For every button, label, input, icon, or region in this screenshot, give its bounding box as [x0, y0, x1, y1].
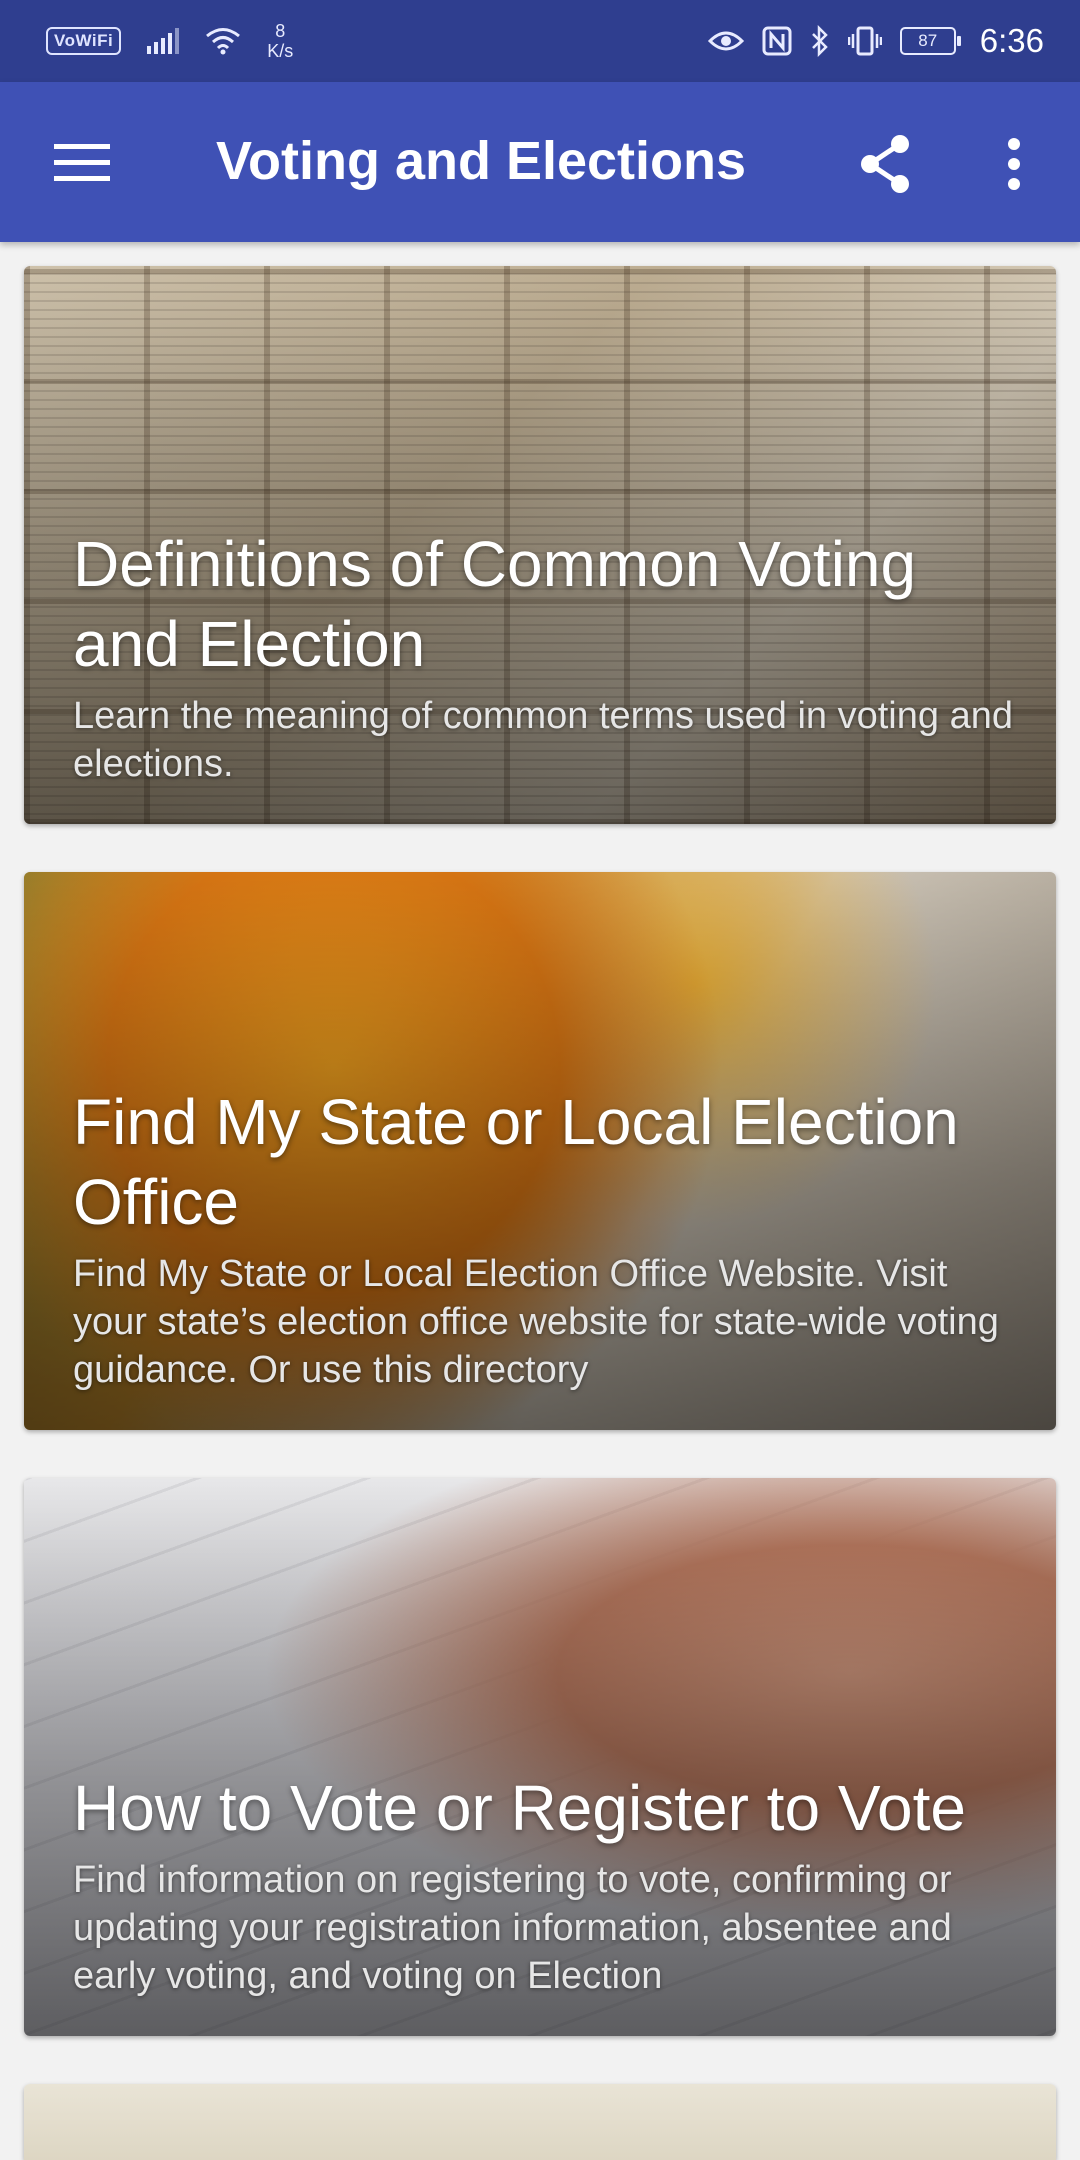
share-icon[interactable] — [858, 134, 914, 194]
card-how-to-vote[interactable]: How to Vote or Register to Vote Find inf… — [24, 1478, 1056, 2036]
card-title: Definitions of Common Voting and Electio… — [73, 528, 917, 680]
hamburger-menu-icon[interactable] — [52, 140, 112, 184]
status-bar: VoWiFi 8 K/s 87 6:36 — [0, 0, 1080, 82]
card-title: How to Vote or Register to Vote — [73, 1772, 966, 1844]
card-description: Find My State or Local Election Office W… — [73, 1253, 999, 1391]
vowifi-badge: VoWiFi — [46, 27, 122, 55]
battery-icon: 87 — [899, 27, 961, 55]
more-vert-icon[interactable] — [996, 134, 1032, 194]
signal-icon — [147, 28, 180, 54]
wifi-icon — [206, 28, 241, 55]
card-partial[interactable] — [24, 2084, 1056, 2160]
card-description: Learn the meaning of common terms used i… — [73, 695, 1013, 785]
status-bar-left: VoWiFi 8 K/s — [46, 0, 293, 82]
net-speed-value: 8 — [275, 21, 286, 41]
card-text: Find My State or Local Election Office F… — [73, 1082, 1016, 1394]
card-find-election-office[interactable]: Find My State or Local Election Office F… — [24, 872, 1056, 1430]
status-bar-right: 87 6:36 — [707, 0, 1044, 82]
nfc-icon — [762, 26, 792, 56]
app-bar: Voting and Elections — [0, 82, 1080, 242]
card-text: Definitions of Common Voting and Electio… — [73, 524, 1016, 788]
app-title: Voting and Elections — [216, 131, 747, 191]
vibrate-icon — [847, 26, 882, 56]
eye-icon — [707, 31, 744, 51]
net-speed-unit: K/s — [267, 41, 294, 61]
net-speed: 8 K/s — [267, 21, 293, 61]
battery-level: 87 — [918, 31, 938, 50]
card-text: How to Vote or Register to Vote Find inf… — [73, 1768, 1016, 2000]
bluetooth-icon — [811, 25, 828, 57]
card-definitions[interactable]: Definitions of Common Voting and Electio… — [24, 266, 1056, 824]
card-title: Find My State or Local Election Office — [73, 1086, 959, 1238]
card-description: Find information on registering to vote,… — [73, 1859, 952, 1997]
card-background-image — [24, 2084, 1056, 2160]
status-time: 6:36 — [979, 22, 1044, 59]
